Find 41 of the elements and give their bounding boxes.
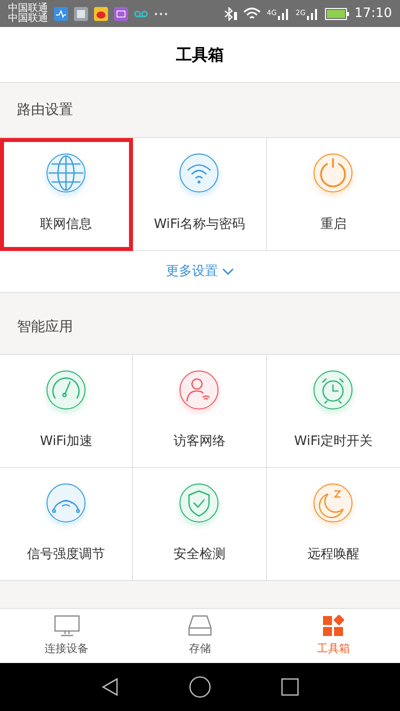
tool-tile[interactable]: 安全检测 (133, 468, 267, 581)
tool-tile[interactable]: WiFi名称与密码 (133, 138, 267, 251)
tool-label: WiFi名称与密码 (154, 216, 246, 234)
battery-icon (324, 8, 349, 20)
page-title: 工具箱 (176, 44, 224, 66)
bluetooth-icon (222, 6, 237, 20)
tool-tile[interactable]: WiFi加速 (0, 355, 134, 468)
back-icon[interactable] (101, 677, 119, 697)
tiles-icon (322, 614, 344, 637)
carrier-text: 中国联通 (8, 14, 48, 24)
monitor-icon (54, 614, 80, 637)
recents-icon[interactable] (281, 678, 299, 696)
tool-label: 远程唤醒 (307, 546, 360, 564)
clock-time: 17:10 (354, 4, 392, 23)
tool-tile[interactable]: 远程唤醒 (266, 468, 400, 581)
drive-icon (188, 614, 212, 637)
tool-label: WiFi加速 (40, 433, 92, 452)
tool-tile[interactable]: 信号强度调节 (0, 468, 134, 581)
tab-bar-item[interactable]: 连接设备 (0, 609, 134, 663)
cell-signal-icon (306, 8, 319, 20)
home-icon[interactable] (189, 676, 211, 698)
tab-bar-item[interactable]: 存储 (133, 609, 267, 663)
tool-label: 访客网络 (173, 433, 226, 452)
tool-label: 重启 (320, 216, 346, 234)
tool-tile[interactable]: 重启 (266, 138, 400, 251)
health-app-icon (54, 6, 68, 20)
tool-label: 安全检测 (173, 546, 226, 564)
tool-label: 信号强度调节 (27, 546, 106, 564)
wifi-signal-icon (242, 6, 261, 20)
more-notifications-icon (154, 12, 168, 16)
tool-tile[interactable]: 访客网络 (133, 355, 267, 468)
tool-tile[interactable]: 联网信息 (0, 138, 134, 251)
tool-label: WiFi定时开关 (294, 433, 372, 452)
tool-tile[interactable]: WiFi定时开关 (266, 355, 400, 468)
section-title: 路由设置 (17, 100, 73, 120)
voicemail-icon (134, 10, 148, 18)
carrier-text: 中国联通 (8, 4, 48, 14)
tool-label: 联网信息 (40, 216, 92, 234)
section-title: 智能应用 (17, 318, 73, 337)
cell-signal-icon (278, 8, 290, 20)
chevron-down-icon (222, 268, 234, 276)
